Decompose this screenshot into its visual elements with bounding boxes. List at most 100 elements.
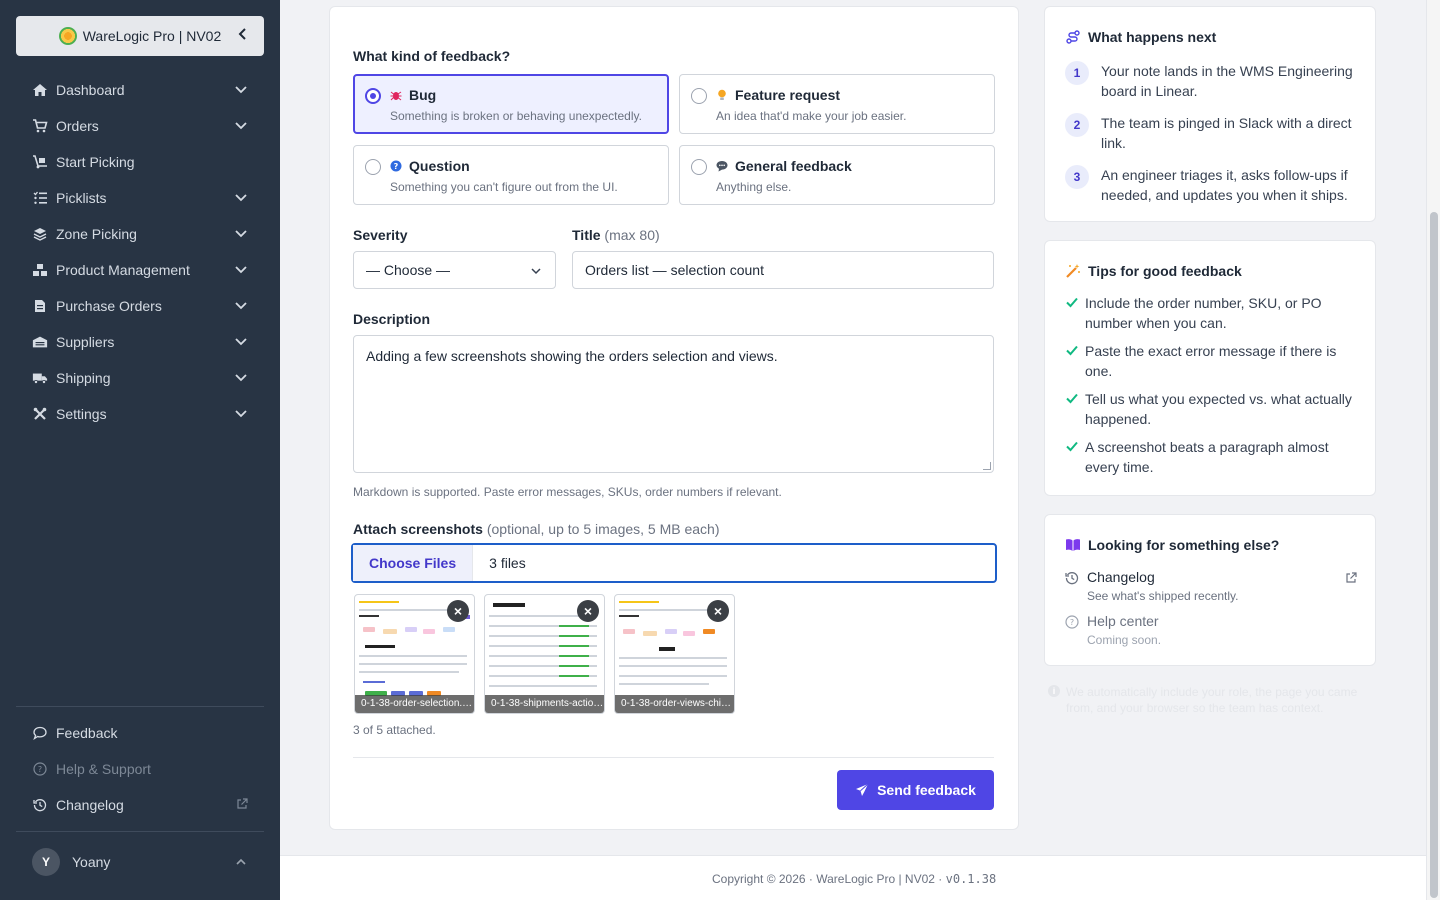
- sidebar-item-orders[interactable]: Orders: [16, 108, 264, 144]
- chevron-down-icon: [235, 266, 247, 274]
- sidebar-divider: [16, 706, 264, 707]
- brand-name: WareLogic Pro | NV02: [82, 28, 222, 44]
- check-icon: [1066, 297, 1078, 308]
- sidebar-item-dashboard[interactable]: Dashboard: [16, 72, 264, 108]
- user-menu[interactable]: Y Yoany: [16, 844, 264, 880]
- attach-label-hint: (optional, up to 5 images, 5 MB each): [486, 521, 720, 537]
- external-link-icon: [237, 798, 248, 809]
- tip-text: A screenshot beats a paragraph almost ev…: [1085, 439, 1329, 475]
- sidebar-item-start-picking[interactable]: Start Picking: [16, 144, 264, 180]
- bug-icon: [390, 89, 402, 101]
- step-number: 3: [1065, 165, 1089, 189]
- sidebar-item-label: Picklists: [56, 190, 107, 206]
- title-input[interactable]: Orders list — selection count: [572, 251, 994, 289]
- sidebar-item-zone-picking[interactable]: Zone Picking: [16, 216, 264, 252]
- card-title: Tips for good feedback: [1065, 263, 1242, 279]
- attachment-thumbnail: 0-1-38-shipments-actions.png ×: [484, 594, 605, 714]
- svg-text:?: ?: [38, 765, 42, 774]
- title-label: Title (max 80): [572, 227, 660, 243]
- help-center-link: ? Help center Coming soon.: [1065, 613, 1365, 649]
- avatar: Y: [32, 848, 60, 876]
- layers-icon: [32, 226, 48, 242]
- help-circle-icon: ?: [1065, 615, 1079, 629]
- sidebar-nav: Dashboard Orders Start Picking Picklists…: [16, 72, 264, 432]
- file-input[interactable]: Choose Files 3 files: [351, 543, 997, 583]
- card-title: Looking for something else?: [1065, 537, 1279, 553]
- sidebar-item-label: Shipping: [56, 370, 111, 386]
- feedback-kind-label: What kind of feedback?: [353, 48, 511, 64]
- svg-text:?: ?: [394, 162, 399, 171]
- sidebar-item-purchase-orders[interactable]: Purchase Orders: [16, 288, 264, 324]
- feedback-type-bug[interactable]: Bug Something is broken or behaving unex…: [353, 74, 669, 134]
- user-name: Yoany: [72, 854, 111, 870]
- chevron-down-icon: [235, 302, 247, 310]
- chevron-up-icon: [236, 858, 246, 865]
- radio-unselected[interactable]: [691, 88, 707, 104]
- severity-label: Severity: [353, 227, 408, 243]
- brand-switcher[interactable]: WareLogic Pro | NV02: [16, 16, 264, 56]
- remove-attachment-button[interactable]: ×: [577, 600, 599, 622]
- sidebar-item-label: Zone Picking: [56, 226, 137, 242]
- tools-icon: [32, 406, 48, 422]
- scrollbar-thumb[interactable]: [1430, 212, 1438, 898]
- step-number: 1: [1065, 61, 1089, 85]
- form-divider: [353, 757, 994, 758]
- remove-attachment-button[interactable]: ×: [707, 600, 729, 622]
- feedback-type-general[interactable]: General feedback Anything else.: [679, 145, 995, 205]
- link-title: Changelog: [1087, 569, 1155, 585]
- card-title-text: Looking for something else?: [1088, 537, 1280, 553]
- option-title: Question: [409, 158, 470, 174]
- radio-unselected[interactable]: [691, 159, 707, 175]
- chevron-down-icon: [235, 122, 247, 130]
- sidebar-item-shipping[interactable]: Shipping: [16, 360, 264, 396]
- sidebar-item-product-management[interactable]: Product Management: [16, 252, 264, 288]
- sidebar-item-changelog[interactable]: Changelog: [16, 787, 264, 823]
- link-description: Coming soon.: [1087, 633, 1162, 647]
- radio-selected[interactable]: [365, 88, 381, 104]
- sidebar-item-suppliers[interactable]: Suppliers: [16, 324, 264, 360]
- sidebar-item-label: Product Management: [56, 262, 190, 278]
- radio-unselected[interactable]: [365, 159, 381, 175]
- description-textarea[interactable]: Adding a few screenshots showing the ord…: [353, 335, 994, 473]
- sidebar-item-help-support[interactable]: ? Help & Support: [16, 751, 264, 787]
- invoice-icon: [32, 298, 48, 314]
- tips-card: Tips for good feedback Include the order…: [1044, 240, 1376, 496]
- changelog-link[interactable]: Changelog See what's shipped recently.: [1065, 569, 1365, 605]
- speech-bubble-icon: [716, 160, 728, 172]
- magic-wand-icon: [1065, 263, 1081, 279]
- files-count: 3 files: [489, 555, 526, 571]
- description-label: Description: [353, 311, 431, 327]
- sidebar-item-feedback[interactable]: Feedback: [16, 715, 264, 751]
- help-circle-icon: ?: [32, 761, 48, 777]
- feedback-type-question[interactable]: ? Question Something you can't figure ou…: [353, 145, 669, 205]
- sidebar-footer-nav: Feedback ? Help & Support Changelog: [16, 715, 264, 823]
- sidebar-item-settings[interactable]: Settings: [16, 396, 264, 432]
- question-icon: ?: [390, 160, 402, 172]
- attachment-filename: 0-1-38-order-views-chips.png: [615, 695, 734, 713]
- option-title-row: Feature request: [716, 87, 840, 103]
- sidebar-item-label: Changelog: [56, 797, 124, 813]
- paper-plane-icon: [856, 783, 869, 796]
- attachment-filename: 0-1-38-shipments-actions.png: [485, 695, 604, 713]
- sidebar-item-label: Dashboard: [56, 82, 125, 98]
- sidebar-item-label: Suppliers: [56, 334, 115, 350]
- feedback-type-feature-request[interactable]: Feature request An idea that'd make your…: [679, 74, 995, 134]
- severity-select[interactable]: — Choose —: [353, 251, 556, 289]
- remove-attachment-button[interactable]: ×: [447, 600, 469, 622]
- looking-else-card: Looking for something else? Changelog Se…: [1044, 514, 1376, 666]
- step-text: Your note lands in the WMS Engineering b…: [1101, 63, 1353, 99]
- step-text: An engineer triages it, asks follow-ups …: [1101, 167, 1348, 203]
- sidebar-item-picklists[interactable]: Picklists: [16, 180, 264, 216]
- send-feedback-button[interactable]: Send feedback: [837, 770, 994, 810]
- truck-icon: [32, 370, 48, 386]
- collapse-sidebar-icon[interactable]: [238, 27, 248, 43]
- page-scrollbar[interactable]: [1426, 0, 1440, 900]
- resize-handle[interactable]: [983, 462, 991, 470]
- info-icon: i: [1048, 685, 1060, 697]
- option-title-row: ? Question: [390, 158, 470, 174]
- step-number: 2: [1065, 113, 1089, 137]
- chevron-down-icon: [531, 268, 541, 275]
- choose-files-button[interactable]: Choose Files: [353, 545, 474, 581]
- title-label-text: Title: [572, 227, 601, 243]
- dolly-icon: [32, 154, 48, 170]
